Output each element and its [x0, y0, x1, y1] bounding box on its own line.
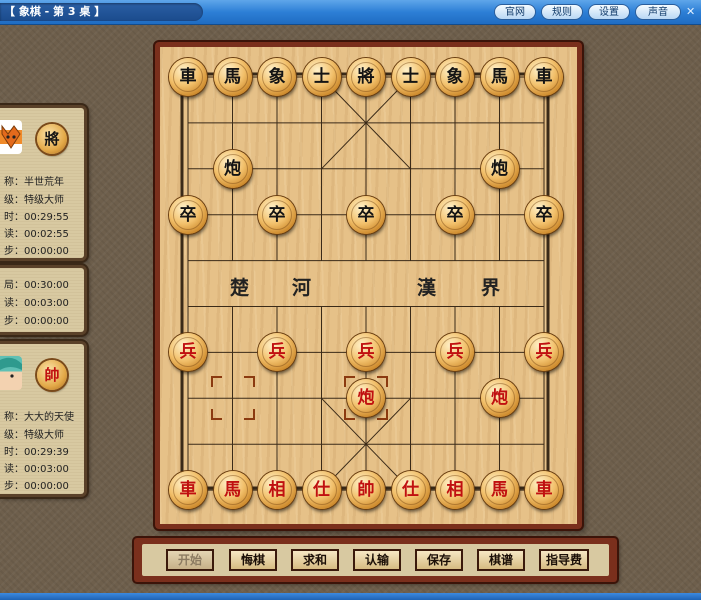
close-icon[interactable]: ✕ — [686, 6, 698, 18]
player-side-badge: 帥 — [37, 360, 67, 390]
settings-button[interactable]: 设置 — [588, 4, 630, 20]
red-piece[interactable]: 馬 — [213, 471, 252, 510]
guidance-fee-button[interactable]: 指导费 — [539, 549, 589, 571]
rules-button[interactable]: 规则 — [541, 4, 583, 20]
red-piece[interactable]: 相 — [436, 471, 474, 510]
player-step-time: 步：00:00:00 — [4, 481, 69, 492]
opponent-read-time: 读：00:02:55 — [4, 229, 69, 240]
opponent-panel: 將 称：半世荒年 级：特级大师 时：00:29:55 读：00:02:55 步：… — [0, 105, 87, 261]
red-piece[interactable]: 帥 — [347, 471, 385, 510]
official-site-button[interactable]: 官网 — [494, 4, 536, 20]
black-piece[interactable]: 卒 — [169, 195, 207, 234]
marker-corner — [243, 376, 255, 388]
player-name: 称：大大的天使 — [4, 412, 74, 423]
setting-game-time: 局：00:30:00 — [4, 280, 69, 291]
red-piece[interactable]: 車 — [525, 471, 563, 510]
black-piece[interactable]: 炮 — [480, 149, 519, 188]
undo-button[interactable]: 悔棋 — [229, 549, 277, 571]
black-piece[interactable]: 士 — [302, 58, 341, 96]
black-piece[interactable]: 車 — [525, 58, 563, 96]
player-rank: 级：特级大师 — [4, 430, 64, 441]
opponent-name: 称：半世荒年 — [4, 177, 64, 188]
black-piece[interactable]: 將 — [347, 58, 385, 96]
sound-button[interactable]: 声音 — [635, 4, 681, 20]
marker-corner — [243, 409, 255, 421]
river-he: 河 — [292, 277, 312, 299]
opponent-avatar — [0, 120, 22, 154]
resign-button[interactable]: 认输 — [353, 549, 401, 571]
black-piece[interactable]: 象 — [436, 58, 474, 96]
title-bar: 【 象棋 - 第 3 桌 】 官网 规则 设置 声音 ✕ — [0, 0, 701, 25]
player-read-time: 读：00:03:00 — [4, 464, 69, 475]
red-piece[interactable]: 車 — [169, 471, 207, 510]
red-piece[interactable]: 仕 — [391, 471, 430, 510]
black-piece[interactable]: 卒 — [258, 195, 296, 234]
bottom-strip — [0, 593, 701, 600]
marker-corner — [210, 409, 222, 421]
opponent-step-time: 步：00:00:00 — [4, 246, 69, 257]
red-piece[interactable]: 相 — [258, 471, 296, 510]
black-piece[interactable]: 炮 — [213, 149, 252, 188]
start-button[interactable]: 开始 — [166, 549, 214, 571]
chess-board[interactable]: 楚 河 漢 界 車馬象士將士象馬車炮炮卒卒卒卒卒兵兵兵兵兵炮炮車馬相仕帥仕相馬車 — [160, 47, 577, 524]
player-panel: 帥 称：大大的天使 级：特级大师 时：00:29:39 读：00:03:00 步… — [0, 341, 87, 497]
red-piece[interactable]: 仕 — [302, 471, 341, 510]
opponent-rank: 级：特级大师 — [4, 195, 64, 206]
player-game-time: 时：00:29:39 — [4, 447, 69, 458]
black-piece[interactable]: 士 — [391, 58, 430, 96]
board-grid — [180, 72, 550, 491]
river-jie: 界 — [481, 277, 501, 299]
move-marker — [210, 376, 255, 421]
setting-read-time: 读：00:03:00 — [4, 298, 69, 309]
black-piece[interactable]: 卒 — [436, 195, 474, 234]
action-bar: 开始 悔棋 求和 认输 保存 棋谱 指导费 — [134, 538, 617, 582]
time-settings-panel: 局：00:30:00 读：00:03:00 步：00:00:00 — [0, 265, 87, 335]
black-piece[interactable]: 馬 — [480, 58, 519, 96]
setting-step-time: 步：00:00:00 — [4, 316, 69, 327]
save-button[interactable]: 保存 — [415, 549, 463, 571]
fox-icon — [1, 124, 21, 149]
river-chu: 楚 — [230, 277, 250, 299]
river-han: 漢 — [417, 277, 437, 299]
window-title: 【 象棋 - 第 3 桌 】 — [0, 3, 203, 21]
records-button[interactable]: 棋谱 — [477, 549, 525, 571]
black-piece[interactable]: 車 — [169, 58, 207, 96]
red-piece[interactable]: 炮 — [480, 379, 519, 418]
black-piece[interactable]: 象 — [258, 58, 296, 96]
opponent-game-time: 时：00:29:55 — [4, 212, 69, 223]
black-piece[interactable]: 卒 — [347, 195, 385, 234]
marker-corner — [210, 376, 222, 388]
opponent-side-badge: 將 — [37, 124, 67, 154]
black-piece[interactable]: 卒 — [525, 195, 563, 234]
angel-icon — [0, 357, 22, 378]
draw-button[interactable]: 求和 — [291, 549, 339, 571]
red-piece[interactable]: 馬 — [480, 471, 519, 510]
player-avatar — [0, 356, 22, 390]
black-piece[interactable]: 馬 — [213, 58, 252, 96]
